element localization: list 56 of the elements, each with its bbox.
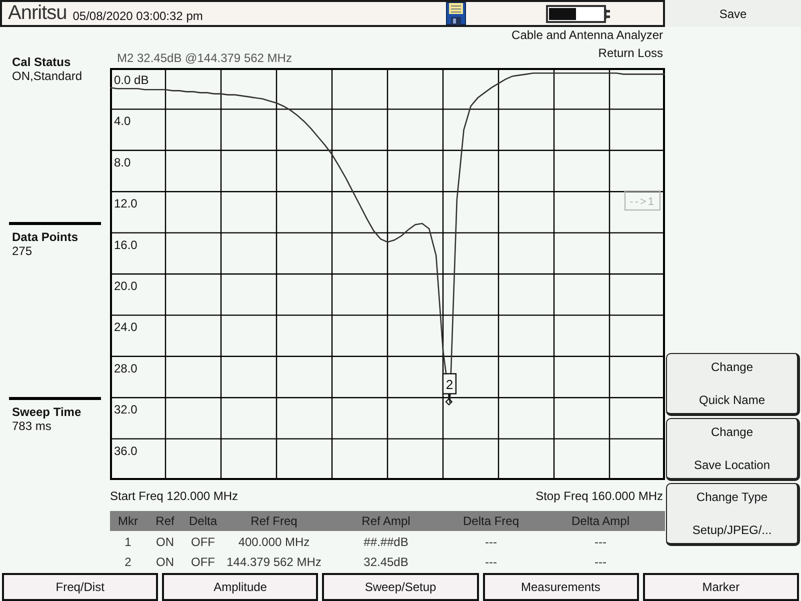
column-header: Delta Ampl: [570, 514, 631, 528]
brand-logo: Anritsu: [8, 3, 67, 24]
table-cell-text: OFF: [190, 555, 216, 570]
menu-button[interactable]: Marker: [642, 573, 800, 601]
y-tick-label: 4.0: [114, 114, 131, 128]
status-label: Data Points: [11, 230, 80, 244]
table-cell-text: 2: [124, 555, 132, 570]
measurement-title: Return Loss: [598, 45, 664, 62]
table-cell-text: ##.##dB: [362, 534, 410, 548]
table-cell-text: 400.000 MHz: [237, 534, 311, 548]
menu-title: Save: [665, 0, 801, 27]
menu-button[interactable]: Amplitude: [162, 573, 318, 601]
column-header: Ref Ampl: [360, 514, 412, 528]
column-header: Mkr: [117, 514, 139, 528]
status-value: 783 ms: [11, 419, 52, 433]
menu-button[interactable]: Freq/Dist: [2, 573, 158, 601]
column-header: Ref: [154, 514, 176, 528]
table-cell-text: 144.379 562 MHz: [226, 555, 322, 570]
marker-readout: M2 32.45dB @144.379 562 MHz: [116, 50, 292, 67]
y-tick-label: 16.0: [114, 238, 138, 252]
marker-number: 2: [446, 376, 454, 392]
y-tick-label: 36.0: [114, 444, 138, 458]
status-value: 275: [11, 244, 34, 258]
table-cell-text: OFF: [190, 534, 216, 548]
table-cell-text: ---: [484, 534, 498, 548]
column-header: Ref Freq: [250, 514, 298, 528]
column-header: Delta: [188, 514, 218, 528]
y-tick-label: 28.0: [114, 361, 138, 376]
y-tick-label: 24.0: [114, 320, 138, 334]
column-header: Delta Freq: [462, 514, 520, 528]
y-tick-label: 32.0: [114, 402, 138, 417]
status-label: Sweep Time: [11, 405, 82, 419]
stop-frequency: Stop Freq 160.000 MHz: [536, 488, 663, 502]
y-tick-label: 20.0: [114, 279, 138, 293]
start-frequency: Start Freq 120.000 MHz: [110, 488, 238, 502]
y-tick-label: 0.0 dB: [114, 73, 149, 87]
battery-icon: [546, 4, 612, 22]
table-cell-text: ---: [594, 534, 608, 548]
menu-button[interactable]: Measurements: [482, 573, 639, 601]
soft-key-button[interactable]: Change Type Setup/JPEG/...: [666, 483, 800, 546]
table-cell-text: 1: [124, 534, 132, 548]
date-time: 05/08/2020 03:00:32 pm: [72, 9, 203, 23]
y-tick-label: 8.0: [114, 155, 131, 170]
status-value: ON,Standard: [11, 69, 84, 83]
table-cell-text: ON: [155, 534, 175, 548]
table-cell-text: ---: [594, 555, 608, 570]
offscreen-marker-tag: -->1: [624, 190, 661, 211]
status-label: Cal Status: [11, 55, 72, 69]
menu-button[interactable]: Sweep/Setup: [322, 573, 479, 601]
mode-title: Cable and Antenna Analyzer: [510, 27, 664, 43]
table-cell-text: 32.45dB: [362, 555, 410, 570]
table-cell-text: ---: [484, 555, 498, 570]
table-cell-text: ON: [155, 555, 175, 570]
soft-key-button[interactable]: Change Quick Name: [666, 353, 800, 416]
soft-key-button[interactable]: Change Save Location: [666, 418, 800, 481]
y-tick-label: 12.0: [114, 196, 138, 211]
